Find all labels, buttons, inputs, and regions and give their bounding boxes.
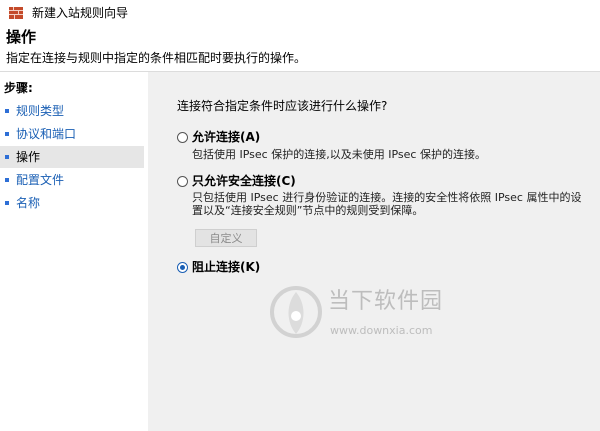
step-name[interactable]: 名称	[0, 192, 144, 214]
allow-connection-label[interactable]: 允许连接(A)	[192, 129, 260, 145]
secure-connection-description-line2: 置以及“连接安全规则”节点中的规则受到保障。	[192, 204, 424, 217]
step-label: 协议和端口	[16, 127, 77, 141]
allow-connection-radio[interactable]	[177, 132, 188, 143]
step-label: 名称	[16, 196, 41, 210]
step-action[interactable]: 操作	[0, 146, 144, 168]
watermark-url: www.downxia.com	[330, 324, 433, 337]
step-label: 操作	[16, 150, 41, 164]
step-protocol-and-ports[interactable]: 协议和端口	[0, 123, 144, 145]
customize-button[interactable]: 自定义	[195, 229, 257, 247]
step-profile[interactable]: 配置文件	[0, 169, 144, 191]
secure-connection-description-line1: 只包括使用 IPsec 进行身份验证的连接。连接的安全性将依照 IPsec 属性…	[192, 191, 582, 204]
steps-sidebar: 步骤: 规则类型 协议和端口 操作 配置文件 名称	[0, 72, 148, 431]
bullet-icon	[5, 155, 9, 159]
page-title: 操作	[6, 28, 37, 46]
step-rule-type[interactable]: 规则类型	[0, 100, 144, 122]
watermark-text: 当下软件园	[328, 289, 444, 314]
bullet-icon	[5, 132, 9, 136]
bullet-icon	[5, 201, 9, 205]
block-connection-radio[interactable]	[177, 262, 188, 273]
window-title: 新建入站规则向导	[32, 6, 129, 20]
page-subtitle: 指定在连接与规则中指定的条件相匹配时要执行的操作。	[6, 51, 307, 65]
bullet-icon	[5, 109, 9, 113]
action-question: 连接符合指定条件时应该进行什么操作?	[177, 99, 388, 113]
step-label: 规则类型	[16, 104, 65, 118]
watermark: 当下软件园 www.downxia.com	[268, 282, 448, 354]
title-bar: 新建入站规则向导	[0, 0, 600, 26]
main-panel: 连接符合指定条件时应该进行什么操作? 允许连接(A) 包括使用 IPsec 保护…	[148, 72, 600, 431]
allow-secure-connection-label[interactable]: 只允许安全连接(C)	[192, 173, 296, 189]
block-connection-label[interactable]: 阻止连接(K)	[192, 259, 260, 275]
downxia-logo-icon	[270, 286, 322, 338]
step-label: 配置文件	[16, 173, 65, 187]
allow-secure-connection-radio[interactable]	[177, 176, 188, 187]
allow-connection-description: 包括使用 IPsec 保护的连接,以及未使用 IPsec 保护的连接。	[192, 148, 486, 161]
steps-title: 步骤:	[4, 81, 33, 95]
bullet-icon	[5, 178, 9, 182]
firewall-icon	[9, 7, 23, 19]
